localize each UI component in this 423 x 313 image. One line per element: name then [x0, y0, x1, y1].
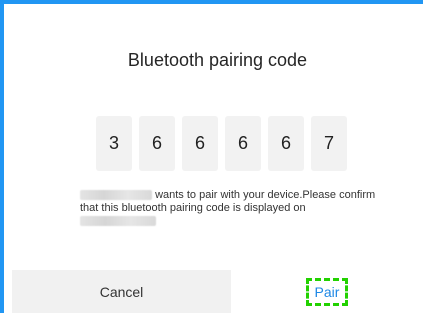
- cancel-label: Cancel: [99, 283, 144, 300]
- top-accent-stripe: [0, 0, 423, 4]
- bluetooth-pairing-screen: Bluetooth pairing code 3 6 6 6 6 7 wants…: [0, 0, 423, 313]
- pair-label: Pair: [305, 277, 349, 306]
- left-accent-stripe: [0, 0, 4, 313]
- code-digit-1: 3: [96, 116, 132, 171]
- code-digit-5: 6: [268, 116, 304, 171]
- pairing-code: 3 6 6 6 6 7: [96, 116, 347, 171]
- code-digit-4: 6: [225, 116, 261, 171]
- code-digit-6: 7: [311, 116, 347, 171]
- pair-button[interactable]: Pair: [231, 270, 423, 313]
- redacted-device-name: [80, 190, 152, 201]
- code-digit-2: 6: [139, 116, 175, 171]
- dialog-footer: Cancel Pair: [12, 270, 423, 313]
- dialog-title: Bluetooth pairing code: [127, 50, 308, 70]
- cancel-button[interactable]: Cancel: [12, 270, 231, 313]
- code-digit-3: 6: [182, 116, 218, 171]
- pairing-message: wants to pair with your device.Please co…: [80, 189, 380, 228]
- redacted-device-name-2: [80, 216, 156, 227]
- pairing-dialog: Bluetooth pairing code 3 6 6 6 6 7 wants…: [12, 8, 423, 313]
- pairing-message-on: on: [293, 202, 306, 214]
